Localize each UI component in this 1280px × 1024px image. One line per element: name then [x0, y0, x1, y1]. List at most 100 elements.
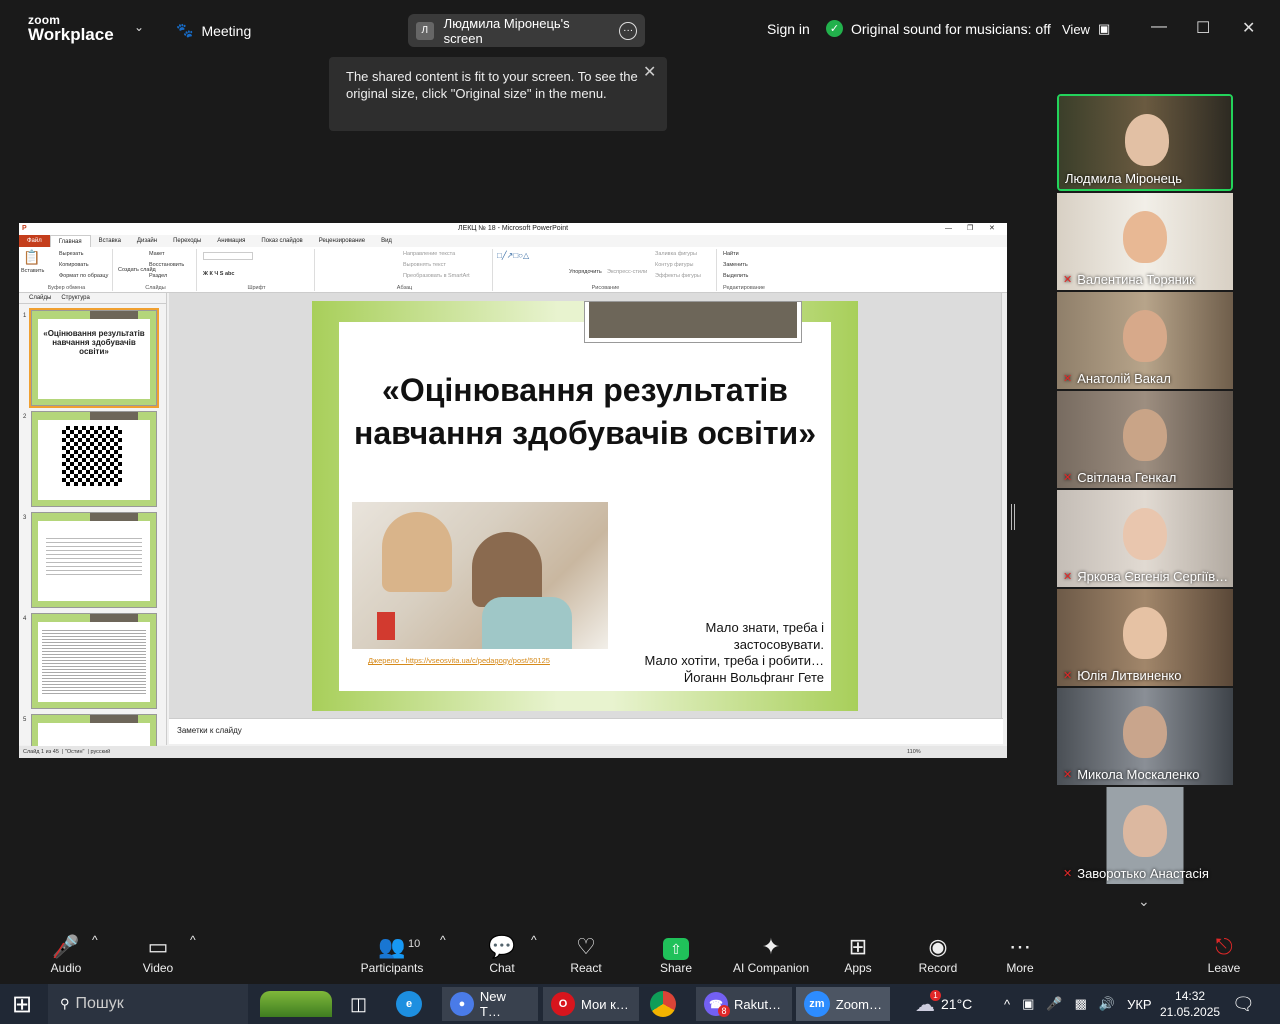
- ppt-tab-1[interactable]: Главная: [49, 235, 91, 247]
- paste-button[interactable]: Вставить: [21, 268, 44, 274]
- tab-outline[interactable]: Структура: [61, 293, 89, 303]
- language-indicator[interactable]: русский: [90, 749, 110, 755]
- slide-thumbnails-pane[interactable]: Слайды Структура 1 «Оцінювання результат…: [19, 293, 167, 758]
- audio-button[interactable]: 🎤 ∕ Audio: [46, 933, 86, 975]
- text-direction-button[interactable]: Направление текста: [403, 251, 455, 257]
- ai-companion-button[interactable]: ✦ AI Companion: [731, 933, 811, 975]
- ppt-minimize-icon[interactable]: —: [945, 223, 952, 235]
- network-icon[interactable]: ▩: [1075, 996, 1087, 1012]
- mic-tray-icon[interactable]: 🎤: [1046, 996, 1062, 1012]
- apps-button[interactable]: ⊞ Apps: [838, 933, 878, 975]
- quick-styles-button[interactable]: Экспресс-стили: [607, 269, 647, 275]
- participant-tile[interactable]: ✕ Микола Москаленко: [1057, 688, 1233, 785]
- font-name-box[interactable]: [203, 252, 253, 260]
- replace-button[interactable]: Заменить: [723, 262, 748, 268]
- layout-button[interactable]: Макет: [149, 251, 165, 257]
- current-slide[interactable]: «Оцінювання результатів навчання здобува…: [312, 301, 858, 711]
- slide-thumbnail-3[interactable]: 3: [23, 512, 157, 608]
- camera-tray-icon[interactable]: ▣: [1022, 996, 1034, 1012]
- chrome-browser-icon[interactable]: [650, 984, 676, 1024]
- ppt-tab-4[interactable]: Переходы: [165, 235, 209, 247]
- chevron-down-icon[interactable]: ⌄: [134, 20, 144, 34]
- ppt-tab-2[interactable]: Вставка: [91, 235, 129, 247]
- chevron-down-icon[interactable]: ⌄: [1138, 893, 1150, 910]
- view-menu[interactable]: View ▣: [1062, 21, 1110, 37]
- taskbar-app-viber[interactable]: ☎ Rakut… 8: [696, 987, 792, 1021]
- tab-slides[interactable]: Слайды: [29, 293, 51, 303]
- section-button[interactable]: Раздел: [149, 273, 167, 279]
- ppt-tab-0[interactable]: Файл: [19, 235, 50, 247]
- participant-tile[interactable]: ✕ Юлія Литвиненко: [1057, 589, 1233, 686]
- chat-options-caret[interactable]: ^: [531, 933, 537, 947]
- slide-thumbnail-4[interactable]: 4: [23, 613, 157, 709]
- shared-screen-pill[interactable]: Л Людмила Міронець's screen ···: [408, 14, 645, 47]
- format-painter-button[interactable]: Формат по образцу: [59, 273, 108, 279]
- original-sound-status[interactable]: ✓ Original sound for musicians: off: [826, 20, 1051, 37]
- close-icon[interactable]: ✕: [1242, 18, 1255, 38]
- chat-button[interactable]: 💬 Chat: [484, 933, 520, 975]
- reset-button[interactable]: Восстановить: [149, 262, 184, 268]
- share-button[interactable]: ⇧ Share: [656, 933, 696, 975]
- ellipsis-icon[interactable]: ···: [619, 21, 637, 40]
- arrange-button[interactable]: Упорядочить: [569, 269, 602, 275]
- input-language[interactable]: УКР: [1127, 997, 1152, 1012]
- leave-button[interactable]: ⎋ Leave: [1204, 933, 1244, 975]
- video-button[interactable]: ▭ Video: [138, 933, 178, 975]
- split-view-handle[interactable]: [1011, 504, 1015, 530]
- taskbar-search[interactable]: ⚲ Пошук: [48, 984, 248, 1024]
- zoom-logo[interactable]: zoom Workplace: [28, 14, 114, 43]
- find-button[interactable]: Найти: [723, 251, 739, 257]
- ppt-tab-7[interactable]: Рецензирование: [311, 235, 373, 247]
- ppt-tab-3[interactable]: Дизайн: [129, 235, 165, 247]
- participant-tile[interactable]: ✕ Заворотько Анастасія: [1057, 787, 1233, 884]
- select-button[interactable]: Выделить: [723, 273, 748, 279]
- tooltip-close-icon[interactable]: ✕: [643, 62, 656, 82]
- ppt-close-icon[interactable]: ✕: [989, 223, 995, 235]
- ppt-restore-icon[interactable]: ❐: [967, 223, 973, 235]
- shape-outline-button[interactable]: Контур фигуры: [655, 262, 693, 268]
- tray-chevron-up-icon[interactable]: ^: [1004, 997, 1010, 1012]
- minimize-icon[interactable]: —: [1151, 18, 1167, 36]
- participant-tile[interactable]: ✕ Анатолій Вакал: [1057, 292, 1233, 389]
- audio-options-caret[interactable]: ^: [92, 933, 98, 947]
- align-text-button[interactable]: Выровнять текст: [403, 262, 446, 268]
- record-button[interactable]: ◉ Record: [916, 933, 960, 975]
- slide-canvas[interactable]: «Оцінювання результатів навчання здобува…: [169, 293, 1003, 718]
- taskbar-app-new-tab[interactable]: ● New T…: [442, 987, 538, 1021]
- weather-widget[interactable]: ☁ 1 21°C: [915, 984, 972, 1024]
- taskbar-app-zoom[interactable]: zm Zoom…: [796, 987, 890, 1021]
- slide-source-link[interactable]: Джерело - https://vseosvita.ua/c/pedagog…: [368, 656, 550, 665]
- ppt-tab-6[interactable]: Показ слайдов: [253, 235, 310, 247]
- notifications-icon[interactable]: 🗨: [1232, 984, 1255, 1024]
- taskbar-app-opera[interactable]: O Мои к…: [543, 987, 639, 1021]
- start-button[interactable]: ⊞: [12, 984, 32, 1024]
- ppt-tab-5[interactable]: Анимация: [209, 235, 253, 247]
- participant-tile[interactable]: ✕ Яркова Євгенія Сергіїв…: [1057, 490, 1233, 587]
- cut-button[interactable]: Вырезать: [59, 251, 83, 257]
- participant-tile[interactable]: ✕ Світлана Генкал: [1057, 391, 1233, 488]
- react-button[interactable]: ♡ React: [566, 933, 606, 975]
- taskbar-clock[interactable]: 14:32 21.05.2025: [1160, 988, 1220, 1020]
- bold-icon[interactable]: Ж К Ч S abc: [203, 271, 234, 277]
- more-button[interactable]: ⋯ More: [1000, 933, 1040, 975]
- meeting-menu[interactable]: 🐾 Meeting: [176, 22, 251, 39]
- slide-thumbnail-1[interactable]: 1 «Оцінювання результатів навчання здобу…: [23, 308, 159, 408]
- participant-tile[interactable]: ✕ Валентина Торяник: [1057, 193, 1233, 290]
- shared-powerpoint-window[interactable]: P ЛЕКЦ № 18 - Microsoft PowerPoint — ❐ ✕…: [19, 223, 1007, 758]
- task-view-icon[interactable]: ◫: [350, 984, 367, 1024]
- video-options-caret[interactable]: ^: [190, 933, 196, 947]
- zoom-level[interactable]: 110%: [907, 746, 921, 758]
- weather-landscape-icon[interactable]: [260, 984, 332, 1024]
- edge-browser-icon[interactable]: e: [396, 984, 422, 1024]
- participant-tile[interactable]: Людмила Міронець: [1057, 94, 1233, 191]
- maximize-icon[interactable]: ☐: [1196, 18, 1210, 38]
- sign-in-link[interactable]: Sign in: [767, 21, 810, 37]
- notes-pane[interactable]: Заметки к слайду: [169, 718, 1003, 744]
- copy-button[interactable]: Копировать: [59, 262, 89, 268]
- volume-icon[interactable]: 🔊: [1099, 996, 1115, 1012]
- slide-scrollbar[interactable]: [1001, 293, 1007, 718]
- ppt-tab-8[interactable]: Вид: [373, 235, 400, 247]
- participants-options-caret[interactable]: ^: [440, 933, 446, 947]
- shape-effects-button[interactable]: Эффекты фигуры: [655, 273, 701, 279]
- slide-thumbnail-2[interactable]: 2: [23, 411, 157, 507]
